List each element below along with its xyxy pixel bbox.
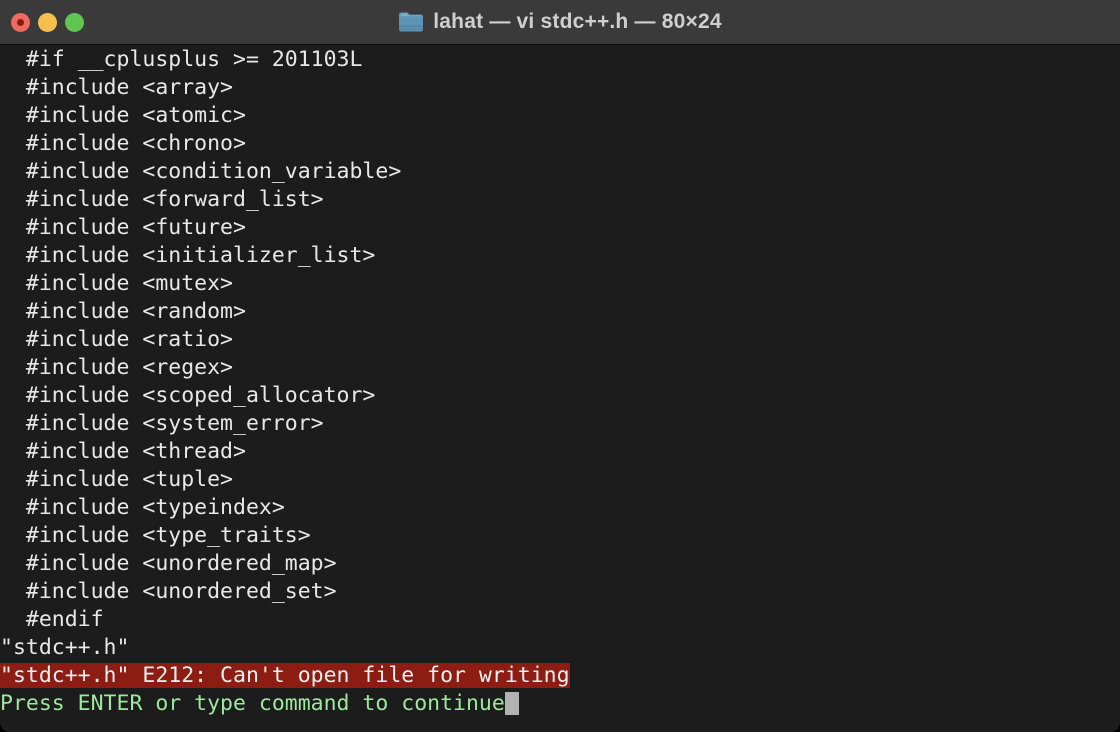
line-text: #endif xyxy=(0,607,104,632)
terminal-line: #include <random> xyxy=(0,298,1120,326)
terminal-line: #endif xyxy=(0,606,1120,634)
line-text: #include <forward_list> xyxy=(0,187,324,212)
minimize-button[interactable] xyxy=(38,12,57,32)
terminal-line: #include <forward_list> xyxy=(0,186,1120,214)
line-text: #include <typeindex> xyxy=(0,495,285,520)
line-text: #include <future> xyxy=(0,215,246,240)
line-text: #if __cplusplus >= 201103L xyxy=(0,47,363,72)
folder-icon xyxy=(399,12,424,32)
terminal-line: #include <future> xyxy=(0,214,1120,242)
terminal-line: #include <atomic> xyxy=(0,102,1120,130)
terminal-line: #include <chrono> xyxy=(0,130,1120,158)
line-text: #include <array> xyxy=(0,75,233,100)
line-text: #include <random> xyxy=(0,299,246,324)
line-text: #include <initializer_list> xyxy=(0,243,376,268)
line-text: #include <mutex> xyxy=(0,271,233,296)
terminal-line: #include <typeindex> xyxy=(0,494,1120,522)
terminal-line: #include <regex> xyxy=(0,354,1120,382)
window-titlebar[interactable]: lahat — vi stdc++.h — 80×24 xyxy=(0,0,1120,45)
window-title-group: lahat — vi stdc++.h — 80×24 xyxy=(0,0,1120,44)
terminal-error-line: "stdc++.h" E212: Can't open file for wri… xyxy=(0,662,1120,690)
continue-prompt: Press ENTER or type command to continue xyxy=(0,691,505,716)
terminal-line: #include <mutex> xyxy=(0,270,1120,298)
line-text: #include <tuple> xyxy=(0,467,233,492)
terminal-line: #include <array> xyxy=(0,74,1120,102)
terminal-line: #include <tuple> xyxy=(0,466,1120,494)
line-text: #include <atomic> xyxy=(0,103,246,128)
filename-text: "stdc++.h" xyxy=(0,635,130,660)
terminal-line: #include <unordered_map> xyxy=(0,550,1120,578)
terminal-line: #include <condition_variable> xyxy=(0,158,1120,186)
terminal-line: #include <type_traits> xyxy=(0,522,1120,550)
terminal-line: #include <scoped_allocator> xyxy=(0,382,1120,410)
terminal-line: #include <thread> xyxy=(0,438,1120,466)
terminal-prompt-line[interactable]: Press ENTER or type command to continue xyxy=(0,690,1120,718)
line-text: #include <unordered_map> xyxy=(0,551,337,576)
terminal-line: #if __cplusplus >= 201103L xyxy=(0,46,1120,74)
line-text: #include <chrono> xyxy=(0,131,246,156)
close-button[interactable] xyxy=(11,12,30,32)
text-cursor xyxy=(504,692,519,715)
terminal-line: #include <ratio> xyxy=(0,326,1120,354)
line-text: #include <condition_variable> xyxy=(0,159,402,184)
window-controls xyxy=(11,0,84,44)
line-text: #include <system_error> xyxy=(0,411,324,436)
terminal-screen: #if __cplusplus >= 201103L #include <arr… xyxy=(0,46,1120,718)
terminal-line: #include <initializer_list> xyxy=(0,242,1120,270)
terminal-filename-line: "stdc++.h" xyxy=(0,634,1120,662)
terminal-body[interactable]: #if __cplusplus >= 201103L #include <arr… xyxy=(0,45,1120,731)
line-text: #include <regex> xyxy=(0,355,233,380)
line-text: #include <scoped_allocator> xyxy=(0,383,376,408)
window-title: lahat — vi stdc++.h — 80×24 xyxy=(433,10,722,33)
terminal-line: #include <system_error> xyxy=(0,410,1120,438)
maximize-button[interactable] xyxy=(65,12,84,32)
line-text: #include <thread> xyxy=(0,439,246,464)
terminal-window: lahat — vi stdc++.h — 80×24 #if __cplusp… xyxy=(0,0,1120,732)
line-text: #include <unordered_set> xyxy=(0,579,337,604)
error-message: "stdc++.h" E212: Can't open file for wri… xyxy=(0,663,570,688)
terminal-line: #include <unordered_set> xyxy=(0,578,1120,606)
line-text: #include <type_traits> xyxy=(0,523,311,548)
line-text: #include <ratio> xyxy=(0,327,233,352)
